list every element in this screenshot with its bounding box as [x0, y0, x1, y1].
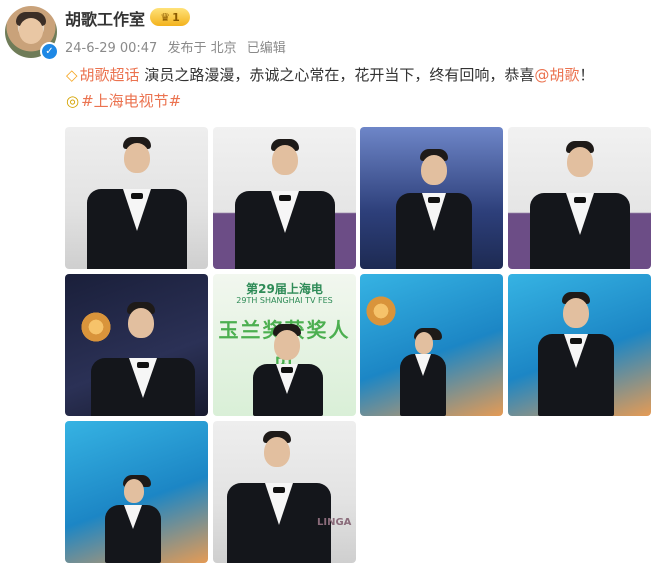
- photo-8[interactable]: [508, 274, 651, 416]
- photo-6[interactable]: 第29届上海电 29TH SHANGHAI TV FES 玉兰奖获奖人员: [213, 274, 356, 416]
- hashtag-line: ◎ #上海电视节#: [66, 90, 181, 112]
- photo-7[interactable]: [360, 274, 503, 416]
- author-name[interactable]: 胡歌工作室: [65, 6, 145, 30]
- photo-4[interactable]: [508, 127, 651, 269]
- photo-9[interactable]: [65, 421, 208, 563]
- photo-5[interactable]: [65, 274, 208, 416]
- edited-label[interactable]: 已编辑: [247, 41, 286, 56]
- post-end: ！: [579, 66, 595, 84]
- verified-badge-icon: ✓: [40, 42, 59, 61]
- photo-1[interactable]: [65, 127, 208, 269]
- poster-banner: 第29届上海电: [246, 282, 323, 296]
- post-meta: 24-6-29 00:47 发布于 北京 已编辑: [65, 37, 292, 56]
- crown-vip-icon[interactable]: ♛ 1: [150, 8, 190, 26]
- photo-3[interactable]: [360, 127, 503, 269]
- hashtag-link[interactable]: #上海电视节#: [81, 92, 181, 110]
- photo-10[interactable]: LINGA: [213, 421, 356, 563]
- mention-link[interactable]: @胡歌: [534, 66, 579, 84]
- vip-level: 1: [172, 10, 180, 24]
- diamond-topic-icon: ◇: [66, 66, 78, 84]
- backdrop-text: LINGA: [317, 517, 352, 528]
- post-text: ◇ 胡歌超话 演员之路漫漫，赤诚之心常在，花开当下，终有回响，恭喜@胡歌！: [66, 64, 594, 86]
- poster-banner-en: 29TH SHANGHAI TV FES: [236, 296, 333, 305]
- tv-topic-icon: ◎: [66, 92, 80, 110]
- post-timestamp[interactable]: 24-6-29 00:47: [65, 41, 157, 56]
- topic-link[interactable]: 胡歌超话: [80, 66, 140, 84]
- photo-2[interactable]: [213, 127, 356, 269]
- post-location: 发布于 北京: [167, 41, 237, 56]
- post-body: 演员之路漫漫，赤诚之心常在，花开当下，终有回响，恭喜: [144, 66, 535, 84]
